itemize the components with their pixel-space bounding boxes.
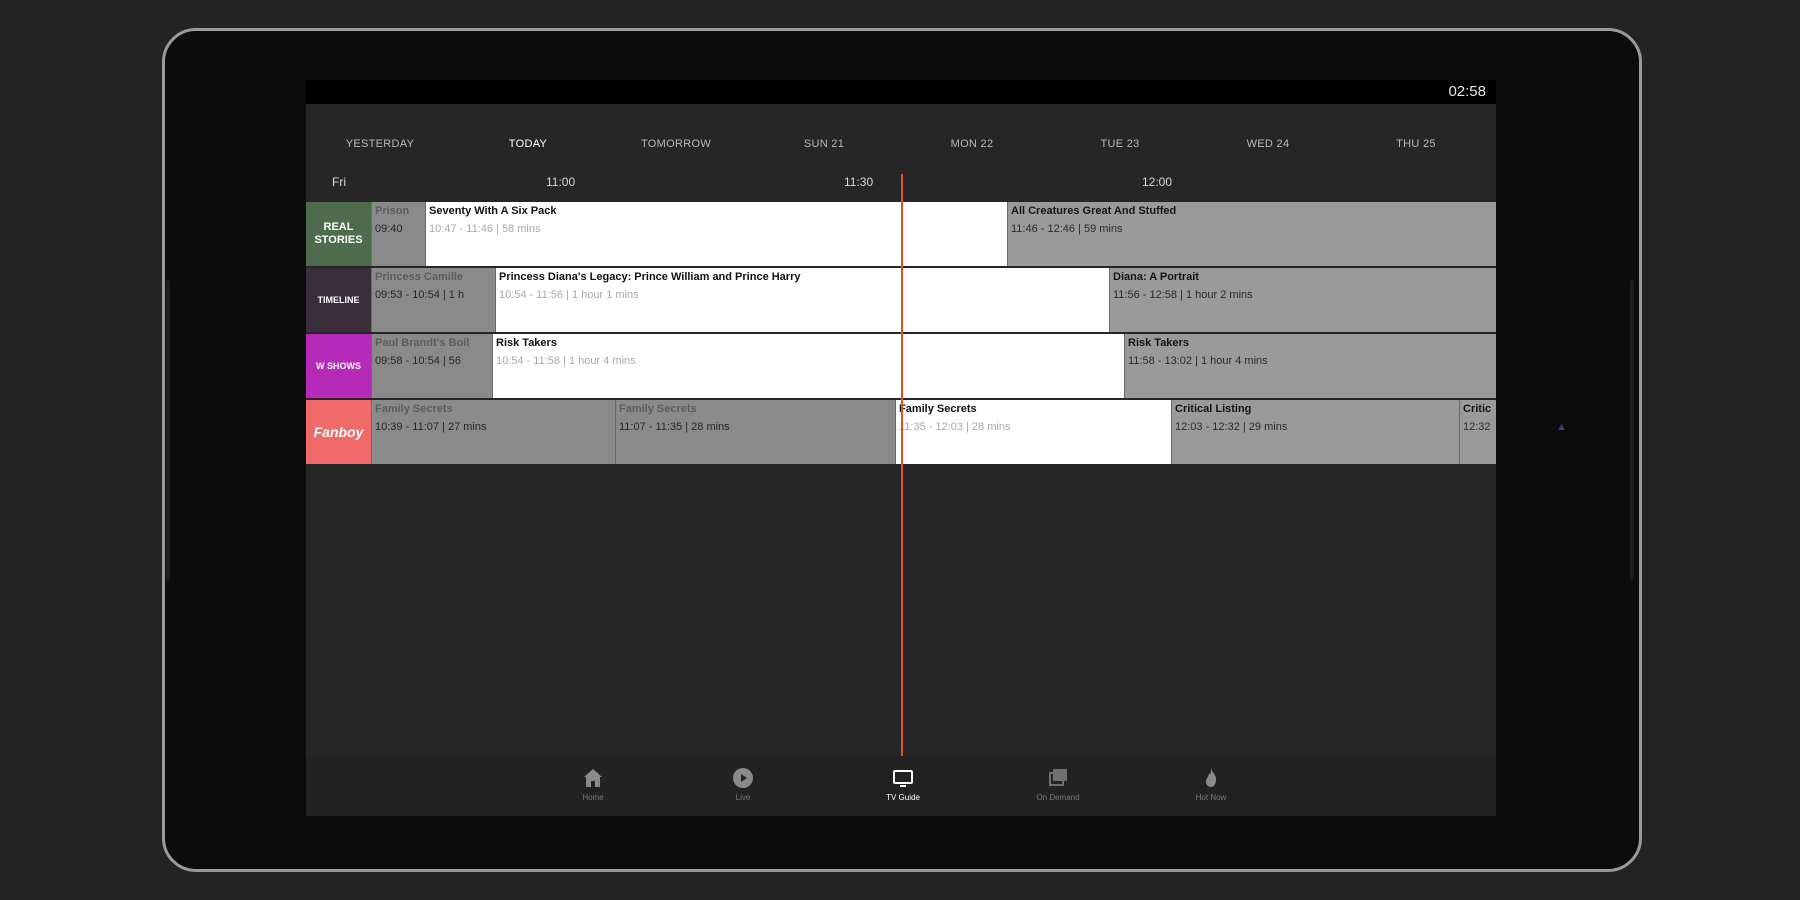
tab-mon-22[interactable]: MON 22	[898, 138, 1046, 150]
program-title: Family Secrets	[899, 403, 977, 415]
tab-thu-25[interactable]: THU 25	[1342, 138, 1490, 150]
program-time: 11:46 - 12:46 | 59 mins	[1011, 223, 1123, 235]
tablet-side-right	[1630, 280, 1634, 580]
nav-tv-guide[interactable]: TV Guide	[863, 766, 943, 802]
program-time: 10:54 - 11:56 | 1 hour 1 mins	[499, 289, 639, 301]
program-cell[interactable]: Prison 09:40	[371, 202, 425, 266]
program-cell[interactable]: Family Secrets 11:07 - 11:35 | 28 mins	[615, 400, 895, 464]
channel-logo-real-stories[interactable]: REAL STORIES	[306, 202, 371, 266]
program-title: Princess Camille	[375, 271, 464, 283]
program-time: 09:58 - 10:54 | 56	[375, 355, 462, 367]
channel-logo-w[interactable]: W SHOWS	[306, 334, 371, 398]
channel-logo-timeline[interactable]: TIMELINE	[306, 268, 371, 332]
nav-on-demand[interactable]: On Demand	[1018, 766, 1098, 802]
program-time: 11:58 - 13:02 | 1 hour 4 mins	[1128, 355, 1268, 367]
program-cell[interactable]: All Creatures Great And Stuffed 11:46 - …	[1007, 202, 1496, 266]
program-title: Princess Diana's Legacy: Prince William …	[499, 271, 801, 283]
tab-today[interactable]: TODAY	[454, 138, 602, 150]
nav-home[interactable]: Home	[553, 766, 633, 802]
program-title: Critical Listing	[1175, 403, 1252, 415]
program-cell[interactable]: Critical Listing 12:03 - 12:32 | 29 mins	[1171, 400, 1459, 464]
status-bar: 02:58	[306, 80, 1496, 104]
program-cell[interactable]: Risk Takers 11:58 - 13:02 | 1 hour 4 min…	[1124, 334, 1496, 398]
program-title: Diana: A Portrait	[1113, 271, 1199, 283]
program-time: 11:07 - 11:35 | 28 mins	[619, 421, 730, 433]
home-icon	[584, 769, 602, 787]
time-day-label: Fri	[332, 175, 346, 189]
tablet-side-left	[166, 280, 170, 580]
nav-live[interactable]: Live	[703, 766, 783, 802]
program-time: 11:35 - 12:03 | 28 mins	[899, 421, 1011, 433]
status-clock: 02:58	[1448, 83, 1486, 100]
nav-home-label: Home	[582, 793, 604, 802]
library-icon	[1049, 769, 1067, 786]
program-cell-now[interactable]: Princess Diana's Legacy: Prince William …	[495, 268, 1109, 332]
tab-tomorrow[interactable]: TOMORROW	[602, 138, 750, 150]
program-time: 12:03 - 12:32 | 29 mins	[1175, 421, 1288, 433]
program-time: 11:56 - 12:58 | 1 hour 2 mins	[1113, 289, 1253, 301]
program-time: 09:53 - 10:54 | 1 h	[375, 289, 465, 301]
program-time: 10:54 - 11:58 | 1 hour 4 mins	[496, 355, 636, 367]
play-circle-icon	[733, 768, 753, 788]
program-title: Seventy With A Six Pack	[429, 205, 557, 217]
program-title: Family Secrets	[619, 403, 697, 415]
nav-hot-now[interactable]: Hot Now	[1171, 766, 1251, 802]
program-cell[interactable]: Diana: A Portrait 11:56 - 12:58 | 1 hour…	[1109, 268, 1496, 332]
program-cell[interactable]: Critic 12:32	[1459, 400, 1496, 464]
channel-logo-fanboy[interactable]: Fanboy	[306, 400, 371, 464]
day-tabs: YESTERDAY TODAY TOMORROW SUN 21 MON 22 T…	[306, 104, 1496, 174]
time-label-1130: 11:30	[844, 175, 874, 189]
program-time: 10:39 - 11:07 | 27 mins	[375, 421, 487, 433]
nav-live-label: Live	[735, 793, 751, 802]
program-time: 12:32	[1463, 421, 1491, 433]
app-screen: 02:58 YESTERDAY TODAY TOMORROW SUN 21 MO…	[306, 80, 1496, 816]
program-title: Risk Takers	[496, 337, 557, 349]
camera-icon: ▲	[1556, 421, 1567, 433]
program-title: Paul Brandt's Boil	[375, 337, 470, 349]
program-title: Risk Takers	[1128, 337, 1189, 349]
tab-yesterday[interactable]: YESTERDAY	[306, 138, 454, 150]
program-title: Prison	[375, 205, 410, 217]
nav-tv-guide-label: TV Guide	[886, 793, 920, 802]
bottom-nav: Home Live TV Guide On Demand Hot Now	[306, 756, 1496, 816]
tv-icon	[893, 770, 913, 787]
nav-on-demand-label: On Demand	[1036, 793, 1080, 802]
program-title: Critic	[1463, 403, 1492, 415]
program-cell-now[interactable]: Risk Takers 10:54 - 11:58 | 1 hour 4 min…	[492, 334, 1124, 398]
current-time-line	[901, 174, 903, 756]
flame-icon	[1206, 768, 1217, 787]
program-cell[interactable]: Paul Brandt's Boil 09:58 - 10:54 | 56	[371, 334, 492, 398]
program-time: 10:47 - 11:46 | 58 mins	[429, 223, 541, 235]
tab-tue-23[interactable]: TUE 23	[1046, 138, 1194, 150]
program-time: 09:40	[375, 223, 403, 235]
program-cell-now[interactable]: Family Secrets 11:35 - 12:03 | 28 mins	[895, 400, 1171, 464]
time-label-1200: 12:00	[1142, 175, 1173, 189]
nav-hot-now-label: Hot Now	[1195, 793, 1227, 802]
program-cell[interactable]: Family Secrets 10:39 - 11:07 | 27 mins	[371, 400, 615, 464]
time-label-1100: 11:00	[546, 175, 576, 189]
tab-sun-21[interactable]: SUN 21	[750, 138, 898, 150]
program-cell-now[interactable]: Seventy With A Six Pack 10:47 - 11:46 | …	[425, 202, 1007, 266]
program-title: Family Secrets	[375, 403, 453, 415]
program-cell[interactable]: Princess Camille 09:53 - 10:54 | 1 h	[371, 268, 495, 332]
program-title: All Creatures Great And Stuffed	[1011, 205, 1177, 217]
tab-wed-24[interactable]: WED 24	[1194, 138, 1342, 150]
